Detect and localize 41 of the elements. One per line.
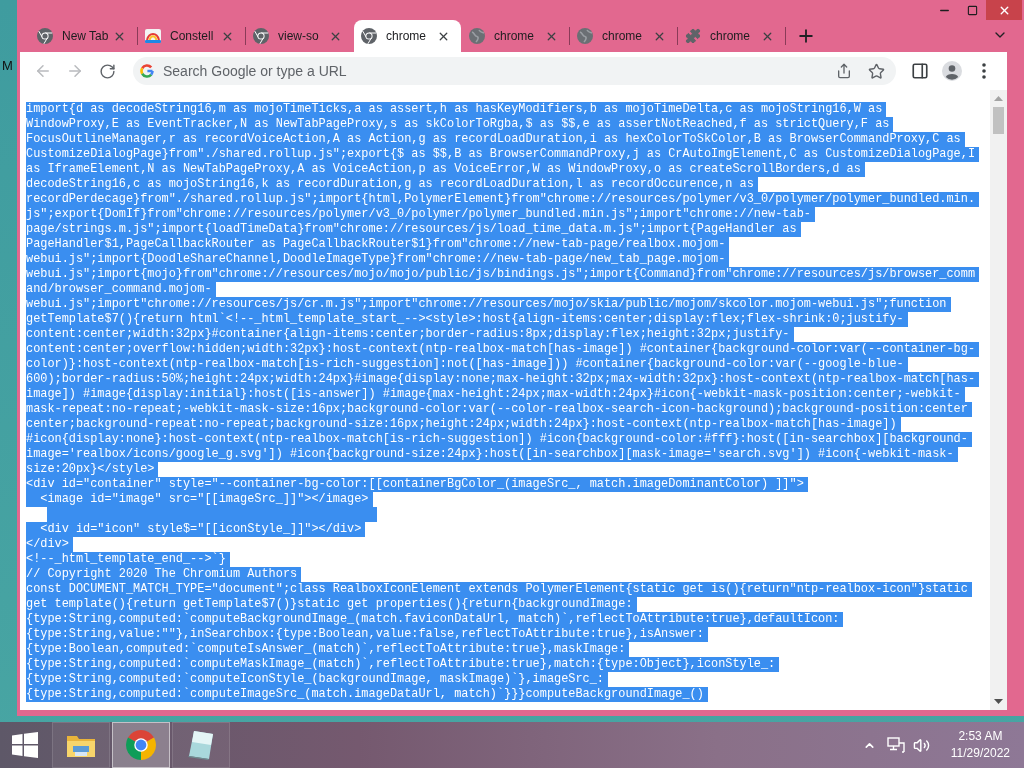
- g-logo-icon: [139, 63, 155, 79]
- browser-tab[interactable]: chrome: [462, 20, 569, 52]
- taskbar-button[interactable]: [112, 722, 170, 768]
- clock-date: 11/29/2022: [950, 745, 1010, 762]
- scrollbar-thumb[interactable]: [993, 107, 1004, 134]
- side-panel-icon: [911, 62, 929, 80]
- browser-tab[interactable]: view-so: [246, 20, 353, 52]
- four-panes-icon: [12, 732, 38, 758]
- globe-icon: [469, 28, 485, 44]
- browser-logo-icon: [126, 730, 156, 760]
- puzzle-icon: [685, 28, 701, 44]
- clock-time: 2:53 AM: [958, 728, 1003, 745]
- browser-logo-icon: [37, 28, 53, 44]
- speaker-icon: [913, 736, 931, 754]
- menu-icon: [982, 63, 986, 79]
- browser-tab[interactable]: New Tab: [30, 20, 137, 52]
- glass-pane-icon: [188, 730, 214, 760]
- scroll-down-arrow-icon[interactable]: [994, 699, 1003, 704]
- globe-icon: [577, 28, 593, 44]
- scroll-up-arrow-icon[interactable]: [994, 96, 1003, 101]
- reload-icon: [98, 62, 116, 80]
- desktop-icon-label: M: [1, 58, 14, 73]
- taskbar-button[interactable]: [52, 722, 110, 768]
- share-icon: [836, 63, 852, 79]
- browser-tab[interactable]: chrome: [354, 20, 461, 52]
- network-icon: [886, 737, 905, 753]
- plus-icon: [796, 26, 816, 46]
- avatar-icon: [942, 61, 962, 81]
- arrow-right-icon: [66, 62, 84, 80]
- browser-tab[interactable]: chrome: [678, 20, 785, 52]
- address-field[interactable]: Search Google or type a URL: [133, 57, 896, 85]
- picture-icon: [145, 28, 161, 44]
- star-icon: [867, 62, 885, 80]
- browser-logo-icon: [253, 28, 269, 44]
- taskbar-button[interactable]: [172, 722, 230, 768]
- browser-tab[interactable]: Constell: [138, 20, 245, 52]
- close-window-button[interactable]: [986, 0, 1022, 20]
- browser-logo-icon: [361, 28, 377, 44]
- browser-tab[interactable]: chrome: [570, 20, 677, 52]
- scrollbar[interactable]: [990, 90, 1007, 710]
- maximize-icon: [966, 4, 978, 16]
